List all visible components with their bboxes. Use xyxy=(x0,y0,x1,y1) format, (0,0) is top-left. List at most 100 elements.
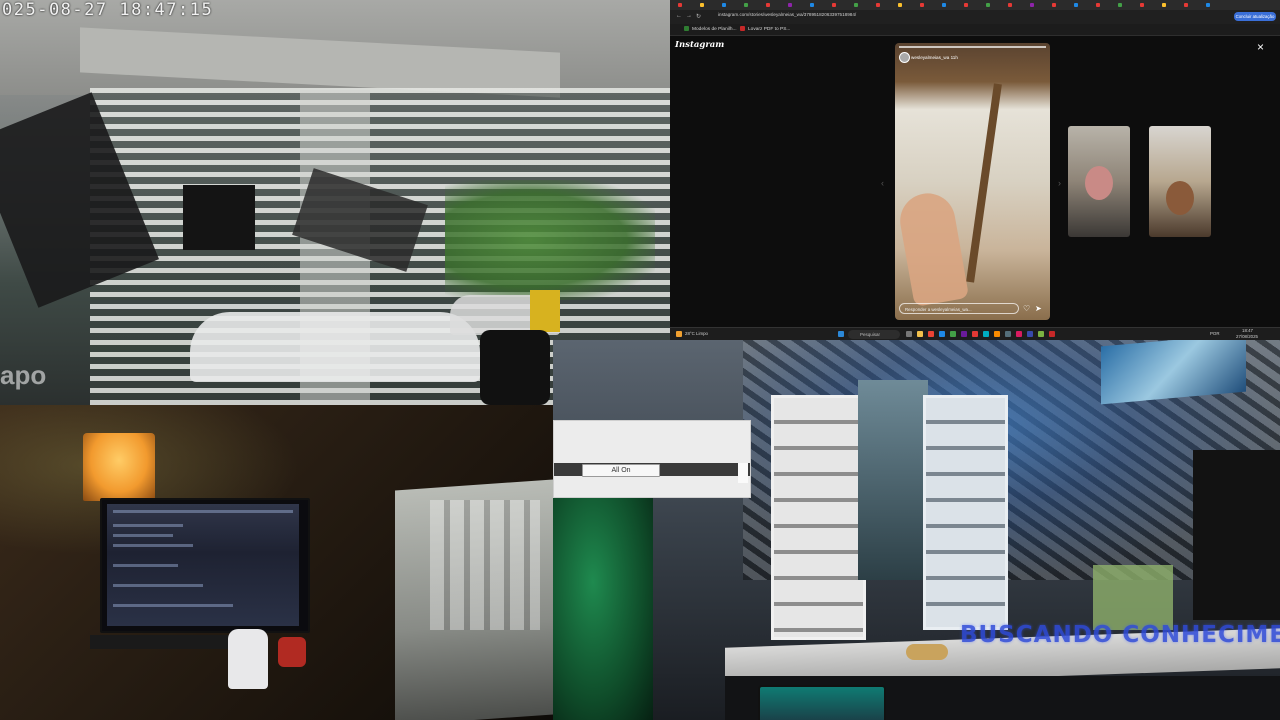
tab-icon[interactable] xyxy=(876,3,880,7)
bottle xyxy=(228,629,268,689)
sheet-icon xyxy=(684,26,689,31)
tab-icon[interactable] xyxy=(766,3,770,7)
screen-line xyxy=(113,524,183,527)
screen-line xyxy=(113,534,173,537)
story-thumbnail-face xyxy=(1166,181,1194,215)
taskbar-search[interactable]: Pesquisar xyxy=(848,330,900,339)
app-icon[interactable] xyxy=(1049,331,1055,337)
app-icon[interactable] xyxy=(1005,331,1011,337)
story-image-beam xyxy=(966,83,1002,283)
screen-line xyxy=(113,544,193,547)
tab-icon[interactable] xyxy=(810,3,814,7)
story-progress-bar xyxy=(899,46,1046,48)
glass-door xyxy=(923,395,1008,630)
story-viewer[interactable]: wesleyalmeias_wa 11h Responder a wesleya… xyxy=(895,43,1050,320)
camera-timestamp: 025-08-27 18:47:15 xyxy=(2,0,214,20)
file-explorer-icon[interactable] xyxy=(917,331,923,337)
app-icon[interactable] xyxy=(983,331,989,337)
phone-screen xyxy=(758,685,886,720)
tab-icon[interactable] xyxy=(832,3,836,7)
screen-line xyxy=(113,510,293,513)
tab-icon[interactable] xyxy=(1030,3,1034,7)
window xyxy=(858,380,928,580)
yellow-object xyxy=(530,290,560,332)
app-icon[interactable] xyxy=(961,331,967,337)
tab-icon[interactable] xyxy=(700,3,704,7)
windows-taskbar: 28°C Limpo Pesquisar POR 18:47 27/08/202… xyxy=(670,327,1280,340)
address-bar[interactable]: ← → ↻ instagram.com/stories/wesleyalmeia… xyxy=(670,10,1280,24)
tab-icon[interactable] xyxy=(1008,3,1012,7)
back-icon[interactable]: ← xyxy=(676,13,682,19)
tab-icon[interactable] xyxy=(986,3,990,7)
tab-icon[interactable] xyxy=(942,3,946,7)
app-icon[interactable] xyxy=(972,331,978,337)
orange-lamp xyxy=(83,433,155,501)
clock-date[interactable]: 27/08/2025 xyxy=(1236,334,1258,339)
desktop-capture: ← → ↻ instagram.com/stories/wesleyalmeia… xyxy=(670,0,1280,340)
screen-line xyxy=(113,604,233,607)
update-button[interactable]: Concluir atualização xyxy=(1234,12,1276,21)
tab-icon[interactable] xyxy=(964,3,968,7)
screen-line xyxy=(113,564,178,567)
tab-icon[interactable] xyxy=(1074,3,1078,7)
story-thumbnail-face xyxy=(1085,166,1113,200)
tab-icon[interactable] xyxy=(678,3,682,7)
app-icon[interactable] xyxy=(1027,331,1033,337)
tab-icon[interactable] xyxy=(744,3,748,7)
black-box xyxy=(183,185,255,250)
tab-icon[interactable] xyxy=(788,3,792,7)
story-username[interactable]: wesleyalmeias_wa 11h xyxy=(911,55,958,60)
language-indicator[interactable]: POR xyxy=(1210,331,1220,336)
trees xyxy=(445,180,655,300)
app-icon[interactable] xyxy=(939,331,945,337)
url-text[interactable]: instagram.com/stories/wesleyalmeias_wa/3… xyxy=(718,12,856,17)
tab-icon[interactable] xyxy=(1096,3,1100,7)
reload-icon[interactable]: ↻ xyxy=(696,13,701,20)
story-reply-input[interactable]: Responder a wesleyalmeias_wa... xyxy=(899,303,1019,314)
forward-icon[interactable]: → xyxy=(686,13,692,19)
tab-icon[interactable] xyxy=(898,3,902,7)
keyboard xyxy=(90,635,230,649)
parked-car xyxy=(190,312,480,382)
clock-time[interactable]: 18:47 xyxy=(1242,328,1253,333)
tab-icon[interactable] xyxy=(1118,3,1122,7)
bookmark-item[interactable]: Lovarz PDF to PS... xyxy=(740,26,790,32)
red-object xyxy=(278,637,306,667)
chevron-right-icon[interactable]: › xyxy=(1058,178,1061,188)
tab-icon[interactable] xyxy=(722,3,726,7)
instagram-logo[interactable]: Instagram xyxy=(675,40,724,50)
app-icon[interactable] xyxy=(1038,331,1044,337)
app-icon[interactable] xyxy=(1016,331,1022,337)
heart-icon[interactable]: ♡ xyxy=(1023,304,1030,313)
story-thumbnail[interactable] xyxy=(1149,126,1211,237)
send-icon[interactable]: ➤ xyxy=(1035,304,1042,313)
start-icon[interactable] xyxy=(838,331,844,337)
browser-tab-bar[interactable] xyxy=(670,0,1280,10)
app-icon[interactable] xyxy=(994,331,1000,337)
weather-text[interactable]: 28°C Limpo xyxy=(685,331,708,336)
app-icon[interactable] xyxy=(950,331,956,337)
stream-banner-text: BUSCANDO CONHECIMENTO xyxy=(960,622,1280,648)
tab-icon[interactable] xyxy=(920,3,924,7)
bookmark-item[interactable]: Modelos de Planilh... xyxy=(684,26,737,32)
weather-icon[interactable] xyxy=(676,331,682,337)
tab-icon[interactable] xyxy=(1206,3,1210,7)
popup-side-panel xyxy=(738,463,748,483)
story-image-hand xyxy=(895,189,970,307)
tab-icon[interactable] xyxy=(854,3,858,7)
tab-icon[interactable] xyxy=(1162,3,1166,7)
all-on-button[interactable]: All On xyxy=(582,464,660,477)
studio-camera-feed xyxy=(553,340,1280,720)
chrome-icon[interactable] xyxy=(928,331,934,337)
chevron-left-icon[interactable]: ‹ xyxy=(881,178,884,188)
story-thumbnail[interactable] xyxy=(1068,126,1130,237)
room-camera-feed xyxy=(0,405,553,720)
tab-icon[interactable] xyxy=(1184,3,1188,7)
avatar[interactable] xyxy=(899,52,910,63)
bookmarks-bar: Modelos de Planilh... Lovarz PDF to PS..… xyxy=(670,24,1280,36)
tab-icon[interactable] xyxy=(1052,3,1056,7)
task-view-icon[interactable] xyxy=(906,331,912,337)
green-light xyxy=(553,490,653,720)
close-icon[interactable]: × xyxy=(1257,40,1264,54)
tab-icon[interactable] xyxy=(1140,3,1144,7)
